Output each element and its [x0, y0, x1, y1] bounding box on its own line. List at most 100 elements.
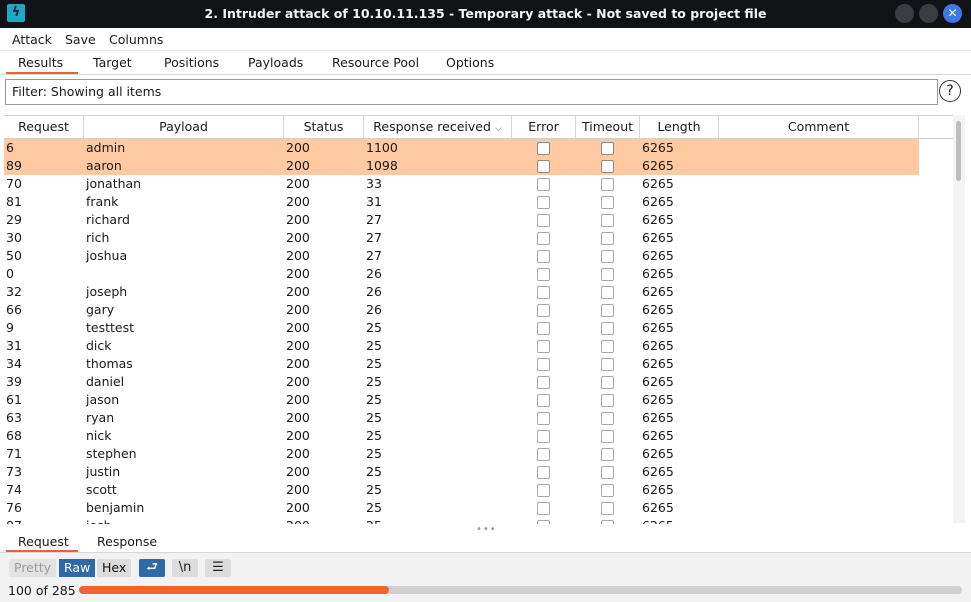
table-row[interactable]: 71 stephen 200 25 6265	[4, 445, 919, 463]
error-checkbox[interactable]	[537, 340, 550, 353]
timeout-checkbox[interactable]	[601, 502, 614, 515]
newline-icon[interactable]: \n	[172, 559, 198, 577]
vertical-scrollbar[interactable]	[953, 115, 965, 523]
table-row[interactable]: 76 benjamin 200 25 6265	[4, 499, 919, 517]
timeout-checkbox[interactable]	[601, 394, 614, 407]
error-checkbox[interactable]	[537, 466, 550, 479]
table-row[interactable]: 63 ryan 200 25 6265	[4, 409, 919, 427]
timeout-checkbox[interactable]	[601, 160, 614, 173]
error-checkbox[interactable]	[537, 142, 550, 155]
timeout-checkbox[interactable]	[601, 466, 614, 479]
table-row[interactable]: 34 thomas 200 25 6265	[4, 355, 919, 373]
timeout-checkbox[interactable]	[601, 196, 614, 209]
table-row[interactable]: 6 admin 200 1100 6265	[4, 139, 919, 157]
table-row[interactable]: 39 daniel 200 25 6265	[4, 373, 919, 391]
table-row[interactable]: 89 aaron 200 1098 6265	[4, 157, 919, 175]
table-row[interactable]: 32 joseph 200 26 6265	[4, 283, 919, 301]
table-row[interactable]: 74 scott 200 25 6265	[4, 481, 919, 499]
error-checkbox[interactable]	[537, 358, 550, 371]
tab-payloads[interactable]: Payloads	[248, 55, 303, 70]
column-header-length[interactable]: Length	[640, 116, 719, 138]
error-checkbox[interactable]	[537, 196, 550, 209]
error-checkbox[interactable]	[537, 268, 550, 281]
error-checkbox[interactable]	[537, 250, 550, 263]
table-row[interactable]: 29 richard 200 27 6265	[4, 211, 919, 229]
error-checkbox[interactable]	[537, 484, 550, 497]
error-checkbox[interactable]	[537, 178, 550, 191]
table-row[interactable]: 30 rich 200 27 6265	[4, 229, 919, 247]
column-header-error[interactable]: Error	[512, 116, 576, 138]
table-row[interactable]: 66 gary 200 26 6265	[4, 301, 919, 319]
timeout-checkbox[interactable]	[601, 340, 614, 353]
timeout-checkbox[interactable]	[601, 178, 614, 191]
minimize-button[interactable]	[895, 4, 914, 23]
error-checkbox[interactable]	[537, 520, 550, 524]
hex-button[interactable]: Hex	[97, 559, 132, 577]
timeout-checkbox[interactable]	[601, 520, 614, 524]
wrap-lines-icon[interactable]: ⮐	[139, 559, 165, 577]
table-row[interactable]: 0 200 26 6265	[4, 265, 919, 283]
cell-status: 200	[286, 248, 310, 263]
error-checkbox[interactable]	[537, 160, 550, 173]
error-checkbox[interactable]	[537, 232, 550, 245]
timeout-checkbox[interactable]	[601, 484, 614, 497]
table-row[interactable]: 68 nick 200 25 6265	[4, 427, 919, 445]
table-row[interactable]: 81 frank 200 31 6265	[4, 193, 919, 211]
error-checkbox[interactable]	[537, 502, 550, 515]
error-checkbox[interactable]	[537, 394, 550, 407]
column-header-response-received[interactable]: Response received ⌵	[364, 116, 512, 138]
error-checkbox[interactable]	[537, 430, 550, 443]
filter-bar[interactable]: Filter: Showing all items	[5, 79, 938, 105]
tab-response[interactable]: Response	[97, 534, 157, 549]
timeout-checkbox[interactable]	[601, 322, 614, 335]
pretty-button[interactable]: Pretty	[9, 559, 57, 577]
tab-resource-pool[interactable]: Resource Pool	[332, 55, 419, 70]
error-checkbox[interactable]	[537, 448, 550, 461]
timeout-checkbox[interactable]	[601, 268, 614, 281]
tab-target[interactable]: Target	[93, 55, 132, 70]
timeout-checkbox[interactable]	[601, 232, 614, 245]
error-checkbox[interactable]	[537, 412, 550, 425]
error-checkbox[interactable]	[537, 322, 550, 335]
column-header-comment[interactable]: Comment	[719, 116, 919, 138]
table-row[interactable]: 70 jonathan 200 33 6265	[4, 175, 919, 193]
table-row[interactable]: 87 josh 200 25 6265	[4, 517, 919, 524]
tab-positions[interactable]: Positions	[164, 55, 219, 70]
timeout-checkbox[interactable]	[601, 214, 614, 227]
menu-columns[interactable]: Columns	[109, 32, 163, 47]
timeout-checkbox[interactable]	[601, 250, 614, 263]
timeout-checkbox[interactable]	[601, 286, 614, 299]
tab-options[interactable]: Options	[446, 55, 494, 70]
cell-status: 200	[286, 320, 310, 335]
column-header-timeout[interactable]: Timeout	[576, 116, 640, 138]
help-icon[interactable]: ?	[939, 80, 961, 102]
error-checkbox[interactable]	[537, 376, 550, 389]
error-checkbox[interactable]	[537, 286, 550, 299]
column-header-payload[interactable]: Payload	[84, 116, 284, 138]
table-row[interactable]: 31 dick 200 25 6265	[4, 337, 919, 355]
table-row[interactable]: 61 jason 200 25 6265	[4, 391, 919, 409]
error-checkbox[interactable]	[537, 304, 550, 317]
maximize-button[interactable]	[919, 4, 938, 23]
timeout-checkbox[interactable]	[601, 304, 614, 317]
timeout-checkbox[interactable]	[601, 448, 614, 461]
column-header-status[interactable]: Status	[284, 116, 364, 138]
menu-save[interactable]: Save	[65, 32, 96, 47]
timeout-checkbox[interactable]	[601, 376, 614, 389]
raw-button[interactable]: Raw	[59, 559, 96, 577]
menu-attack[interactable]: Attack	[12, 32, 52, 47]
close-button[interactable]: ✕	[943, 4, 962, 23]
timeout-checkbox[interactable]	[601, 142, 614, 155]
scrollbar-thumb[interactable]	[956, 121, 961, 181]
error-checkbox[interactable]	[537, 214, 550, 227]
table-row[interactable]: 9 testtest 200 25 6265	[4, 319, 919, 337]
timeout-checkbox[interactable]	[601, 430, 614, 443]
timeout-checkbox[interactable]	[601, 358, 614, 371]
tab-request[interactable]: Request	[18, 534, 69, 549]
column-header-request[interactable]: Request	[4, 116, 84, 138]
tab-results[interactable]: Results	[18, 55, 63, 70]
table-row[interactable]: 73 justin 200 25 6265	[4, 463, 919, 481]
table-row[interactable]: 50 joshua 200 27 6265	[4, 247, 919, 265]
timeout-checkbox[interactable]	[601, 412, 614, 425]
menu-icon[interactable]: ☰	[205, 559, 231, 577]
